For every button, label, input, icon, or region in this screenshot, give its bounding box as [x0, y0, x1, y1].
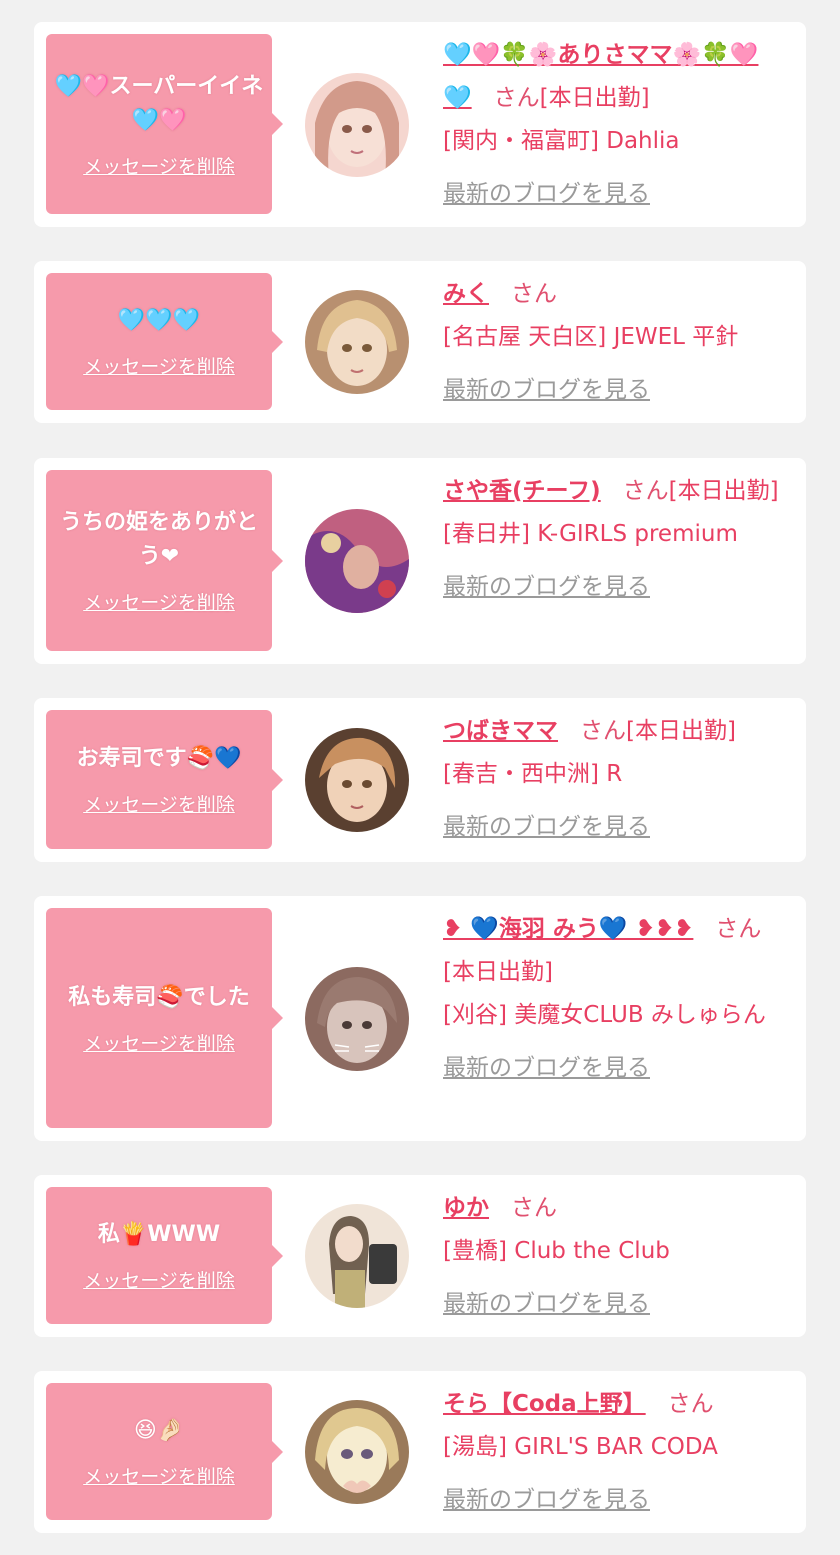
latest-blog-link[interactable]: 最新のブログを見る [443, 173, 792, 216]
latest-blog-link[interactable]: 最新のブログを見る [443, 1283, 792, 1326]
honorific: さん [511, 281, 557, 307]
cast-name-link[interactable]: つばきママ [443, 718, 558, 744]
honorific: さん [715, 916, 762, 942]
shop-label: [豊橋] Club the Club [443, 1238, 670, 1264]
work-status: [本日出勤] [443, 959, 553, 985]
latest-blog-link[interactable]: 最新のブログを見る [443, 1479, 792, 1522]
cast-info: つばきママ さん[本日出勤] [春吉・西中洲] R 最新のブログを見る [443, 710, 792, 849]
shop-label: [湯島] GIRL'S BAR CODA [443, 1434, 718, 1460]
cast-info: そら【Coda上野】 さん [湯島] GIRL'S BAR CODA 最新のブログ… [443, 1383, 792, 1522]
delete-message-link[interactable]: メッセージを削除 [83, 352, 235, 379]
message-bubble: 🩵🩷スーパーイイネ🩵🩷 メッセージを削除 [46, 34, 283, 214]
delete-message-link[interactable]: メッセージを削除 [83, 1462, 235, 1489]
message-card: 私🍟WWW メッセージを削除 ゆか さん [豊橋] Club the Club 最… [34, 1175, 806, 1337]
message-text: うちの姫をありがとう❤ [59, 510, 258, 569]
delete-message-link[interactable]: メッセージを削除 [83, 1029, 235, 1056]
cast-info: 🩵🩷🍀🌸ありさママ🌸🍀🩷🩵 さん[本日出勤] [関内・福富町] Dahlia 最新… [443, 34, 792, 216]
shop-label: [刈谷] 美魔女CLUB みしゅらん [443, 1002, 766, 1028]
avatar[interactable] [305, 290, 409, 394]
shop-label: [春吉・西中洲] R [443, 761, 623, 787]
message-text: 🩵🩵🩵 [117, 308, 201, 333]
delete-message-link[interactable]: メッセージを削除 [83, 152, 235, 179]
message-card: 🩵🩷スーパーイイネ🩵🩷 メッセージを削除 🩵🩷🍀🌸ありさママ🌸🍀🩷🩵 さん[本日出… [34, 22, 806, 227]
avatar[interactable] [305, 72, 409, 177]
cast-name-link[interactable]: ゆか [443, 1195, 489, 1221]
message-bubble: うちの姫をありがとう❤ メッセージを削除 [46, 470, 283, 651]
message-text: 😆🤌🏻 [133, 1418, 185, 1443]
avatar[interactable] [305, 509, 409, 613]
latest-blog-link[interactable]: 最新のブログを見る [443, 1047, 792, 1090]
message-text: お寿司です🍣💙 [76, 746, 242, 771]
work-status: [本日出勤] [668, 478, 779, 504]
latest-blog-link[interactable]: 最新のブログを見る [443, 369, 792, 412]
message-card: 😆🤌🏻 メッセージを削除 そら【Coda上野】 さん [湯島] GIRL'S BA… [34, 1371, 806, 1533]
message-bubble: 😆🤌🏻 メッセージを削除 [46, 1383, 283, 1520]
honorific: さん [667, 1391, 714, 1417]
honorific: さん [493, 85, 540, 111]
shop-label: [名古屋 天白区] JEWEL 平針 [443, 324, 739, 350]
message-bubble: お寿司です🍣💙 メッセージを削除 [46, 710, 283, 849]
message-card: 私も寿司🍣でした メッセージを削除 ❥ 💙海羽 みう💙 ❥❥❥ さん [本日出勤]… [34, 896, 806, 1141]
honorific: さん [580, 718, 626, 744]
message-card: お寿司です🍣💙 メッセージを削除 つばきママ さん[本日出勤] [春吉・西中洲] … [34, 698, 806, 862]
cast-info: ❥ 💙海羽 みう💙 ❥❥❥ さん [本日出勤] [刈谷] 美魔女CLUB みしゅら… [443, 908, 792, 1090]
avatar[interactable] [305, 966, 409, 1071]
cast-name-link[interactable]: そら【Coda上野】 [443, 1391, 646, 1417]
shop-label: [春日井] K-GIRLS premium [443, 521, 738, 547]
honorific: さん [511, 1195, 557, 1221]
delete-message-link[interactable]: メッセージを削除 [83, 588, 235, 615]
cast-info: みく さん [名古屋 天白区] JEWEL 平針 最新のブログを見る [443, 273, 792, 412]
cast-name-link[interactable]: みく [443, 281, 489, 307]
message-text: 🩵🩷スーパーイイネ🩵🩷 [54, 73, 264, 133]
shop-label: [関内・福富町] Dahlia [443, 128, 680, 154]
avatar[interactable] [305, 728, 409, 832]
message-bubble: 🩵🩵🩵 メッセージを削除 [46, 273, 283, 410]
latest-blog-link[interactable]: 最新のブログを見る [443, 806, 792, 849]
delete-message-link[interactable]: メッセージを削除 [83, 1266, 235, 1293]
message-text: 私🍟WWW [97, 1222, 221, 1247]
work-status: [本日出勤] [539, 85, 650, 111]
avatar[interactable] [305, 1204, 409, 1308]
delete-message-link[interactable]: メッセージを削除 [83, 790, 235, 817]
avatar[interactable] [305, 1400, 409, 1504]
cast-info: さや香(チーフ) さん[本日出勤] [春日井] K-GIRLS premium 最… [443, 470, 792, 609]
work-status: [本日出勤] [626, 718, 736, 744]
message-text: 私も寿司🍣でした [68, 984, 250, 1010]
cast-name-link[interactable]: さや香(チーフ) [443, 478, 601, 504]
cast-name-link[interactable]: ❥ 💙海羽 みう💙 ❥❥❥ [443, 916, 693, 942]
cast-info: ゆか さん [豊橋] Club the Club 最新のブログを見る [443, 1187, 792, 1326]
message-bubble: 私🍟WWW メッセージを削除 [46, 1187, 283, 1324]
honorific: さん [622, 478, 669, 504]
latest-blog-link[interactable]: 最新のブログを見る [443, 566, 792, 609]
message-bubble: 私も寿司🍣でした メッセージを削除 [46, 908, 283, 1128]
message-card: うちの姫をありがとう❤ メッセージを削除 さや香(チーフ) さん[本日出勤] [春… [34, 458, 806, 664]
message-card: 🩵🩵🩵 メッセージを削除 みく さん [名古屋 天白区] JEWEL 平針 最新の… [34, 261, 806, 423]
